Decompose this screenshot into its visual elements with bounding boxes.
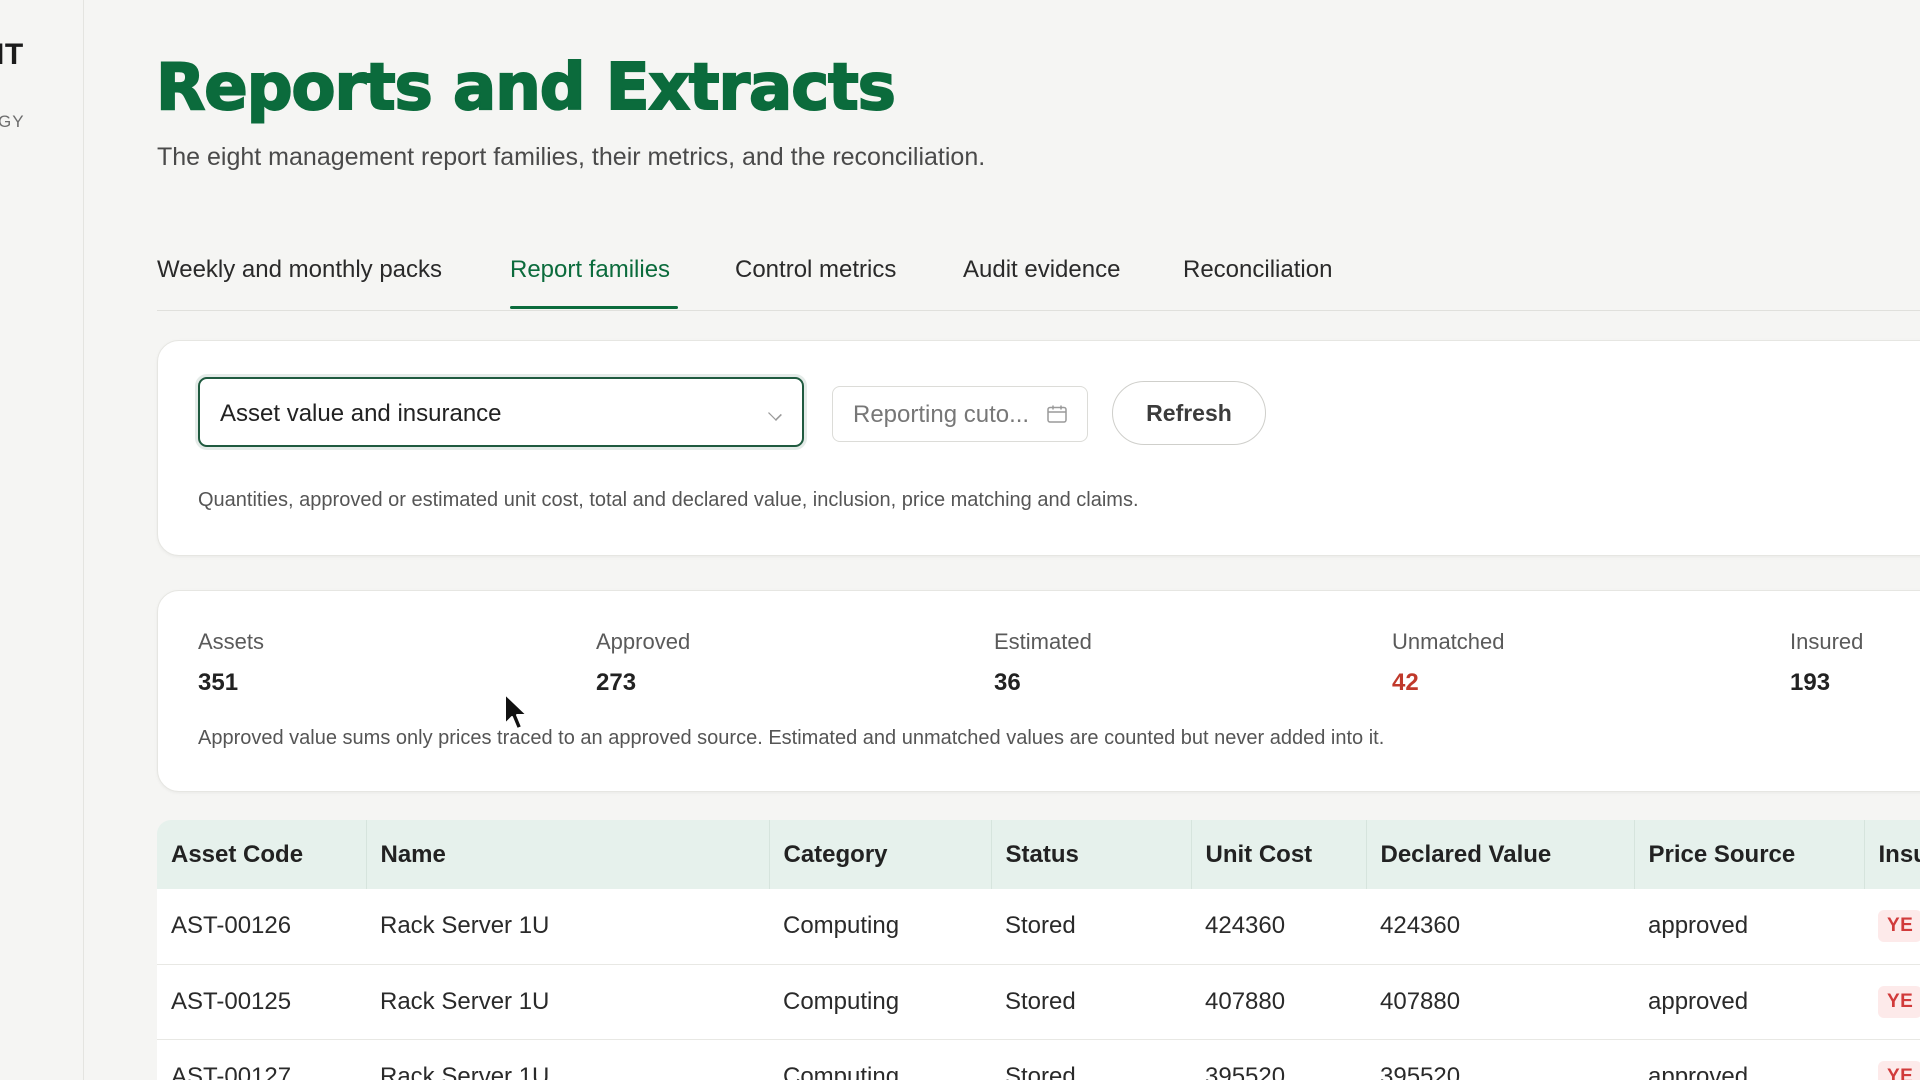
reports-page: IT GY Reports and Extracts The eight man… (0, 0, 1920, 1080)
report-family-description: Quantities, approved or estimated unit c… (198, 489, 1139, 511)
cell-name: Rack Server 1U (380, 912, 550, 940)
insured-badge: YE (1878, 910, 1920, 943)
cell-insured: YE (1864, 889, 1920, 964)
column-header-declared-value[interactable]: Declared Value (1366, 820, 1635, 889)
chevron-down-icon (768, 407, 782, 421)
cell-status: Stored (1005, 912, 1076, 940)
stat-value: 193 (1790, 669, 1831, 696)
calendar-icon[interactable] (1047, 405, 1067, 423)
active-tab-indicator (510, 306, 678, 309)
cell-asset-code: AST-00125 (171, 987, 292, 1015)
page-title: Reports and Extracts (155, 51, 897, 125)
cell-name: Rack Server 1U (380, 987, 550, 1015)
stat-label: Estimated (994, 629, 1092, 654)
tab-weekly-monthly-packs[interactable]: Weekly and monthly packs (157, 256, 442, 284)
insured-badge: YE (1878, 985, 1920, 1018)
column-header-unit-cost[interactable]: Unit Cost (1191, 820, 1367, 889)
column-header-price-source[interactable]: Price Source (1634, 820, 1865, 889)
column-header-name[interactable]: Name (366, 820, 770, 889)
sidebar-brand[interactable]: IT (0, 38, 24, 72)
reporting-cutoff-field[interactable] (832, 386, 1088, 442)
stat-label: Unmatched (1392, 629, 1505, 654)
sidebar: IT GY (0, 0, 84, 1080)
cell-declared-value: 424360 (1380, 912, 1461, 940)
filter-card: Asset value and insurance Refresh Quanti… (157, 340, 1920, 556)
stat-value: 42 (1392, 669, 1419, 696)
table-row[interactable]: AST-00126 Rack Server 1U Computing Store… (157, 889, 1920, 964)
cell-asset-code: AST-00127 (171, 1062, 292, 1080)
table-row[interactable]: AST-00125 Rack Server 1U Computing Store… (157, 964, 1920, 1039)
cell-declared-value: 407880 (1380, 987, 1461, 1015)
cell-unit-cost: 407880 (1205, 987, 1286, 1015)
mouse-pointer-icon (504, 693, 528, 730)
cell-unit-cost: 395520 (1205, 1062, 1286, 1080)
table-header-row: Asset Code Name Category Status Unit Cos… (157, 820, 1920, 889)
report-family-select-value: Asset value and insurance (220, 400, 502, 427)
stat-value: 36 (994, 669, 1021, 696)
tab-control-metrics[interactable]: Control metrics (735, 256, 896, 284)
cell-price-source: approved (1648, 1062, 1749, 1080)
stats-note: Approved value sums only prices traced t… (198, 727, 1385, 749)
stat-unmatched: Unmatched 42 (1392, 629, 1505, 697)
cell-price-source: approved (1648, 912, 1749, 940)
tab-bar: Weekly and monthly packs Report families… (157, 252, 1920, 311)
stat-label: Insured (1790, 629, 1864, 654)
cell-status: Stored (1005, 987, 1076, 1015)
stat-value: 273 (596, 669, 637, 696)
sidebar-brand-subtitle: GY (0, 112, 25, 131)
cell-category: Computing (783, 987, 900, 1015)
summary-stats-card: Assets 351 Approved 273 Estimated 36 Unm… (157, 590, 1920, 792)
cell-declared-value: 395520 (1380, 1062, 1461, 1080)
column-header-asset-code[interactable]: Asset Code (157, 820, 367, 889)
cell-category: Computing (783, 1062, 900, 1080)
assets-table: Asset Code Name Category Status Unit Cos… (157, 820, 1920, 1080)
stat-approved: Approved 273 (596, 629, 690, 697)
cell-insured: YE (1864, 964, 1920, 1039)
cell-category: Computing (783, 912, 900, 940)
cell-name: Rack Server 1U (380, 1062, 550, 1080)
page-subtitle: The eight management report families, th… (157, 143, 986, 171)
column-header-status[interactable]: Status (991, 820, 1192, 889)
report-family-select[interactable]: Asset value and insurance (198, 377, 804, 447)
cell-unit-cost: 424360 (1205, 912, 1286, 940)
tab-audit-evidence[interactable]: Audit evidence (963, 256, 1120, 284)
cell-asset-code: AST-00126 (171, 912, 292, 940)
table-row[interactable]: AST-00127 Rack Server 1U Computing Store… (157, 1039, 1920, 1080)
stat-label: Approved (596, 629, 691, 654)
stat-assets: Assets 351 (198, 629, 264, 697)
cell-insured: YE (1864, 1039, 1920, 1080)
stat-insured: Insured 193 (1790, 629, 1863, 697)
cell-price-source: approved (1648, 987, 1749, 1015)
tab-reconciliation[interactable]: Reconciliation (1183, 256, 1332, 284)
stat-label: Assets (198, 629, 265, 654)
stat-estimated: Estimated 36 (994, 629, 1092, 697)
refresh-button[interactable]: Refresh (1112, 381, 1266, 445)
assets-table-container: Asset Code Name Category Status Unit Cos… (157, 820, 1920, 1080)
column-header-insured[interactable]: Insu (1864, 820, 1920, 889)
cell-status: Stored (1005, 1062, 1076, 1080)
reporting-cutoff-input[interactable] (851, 399, 1045, 431)
tab-report-families[interactable]: Report families (510, 256, 670, 284)
column-header-category[interactable]: Category (769, 820, 992, 889)
insured-badge: YE (1878, 1060, 1920, 1080)
stat-value: 351 (198, 669, 239, 696)
